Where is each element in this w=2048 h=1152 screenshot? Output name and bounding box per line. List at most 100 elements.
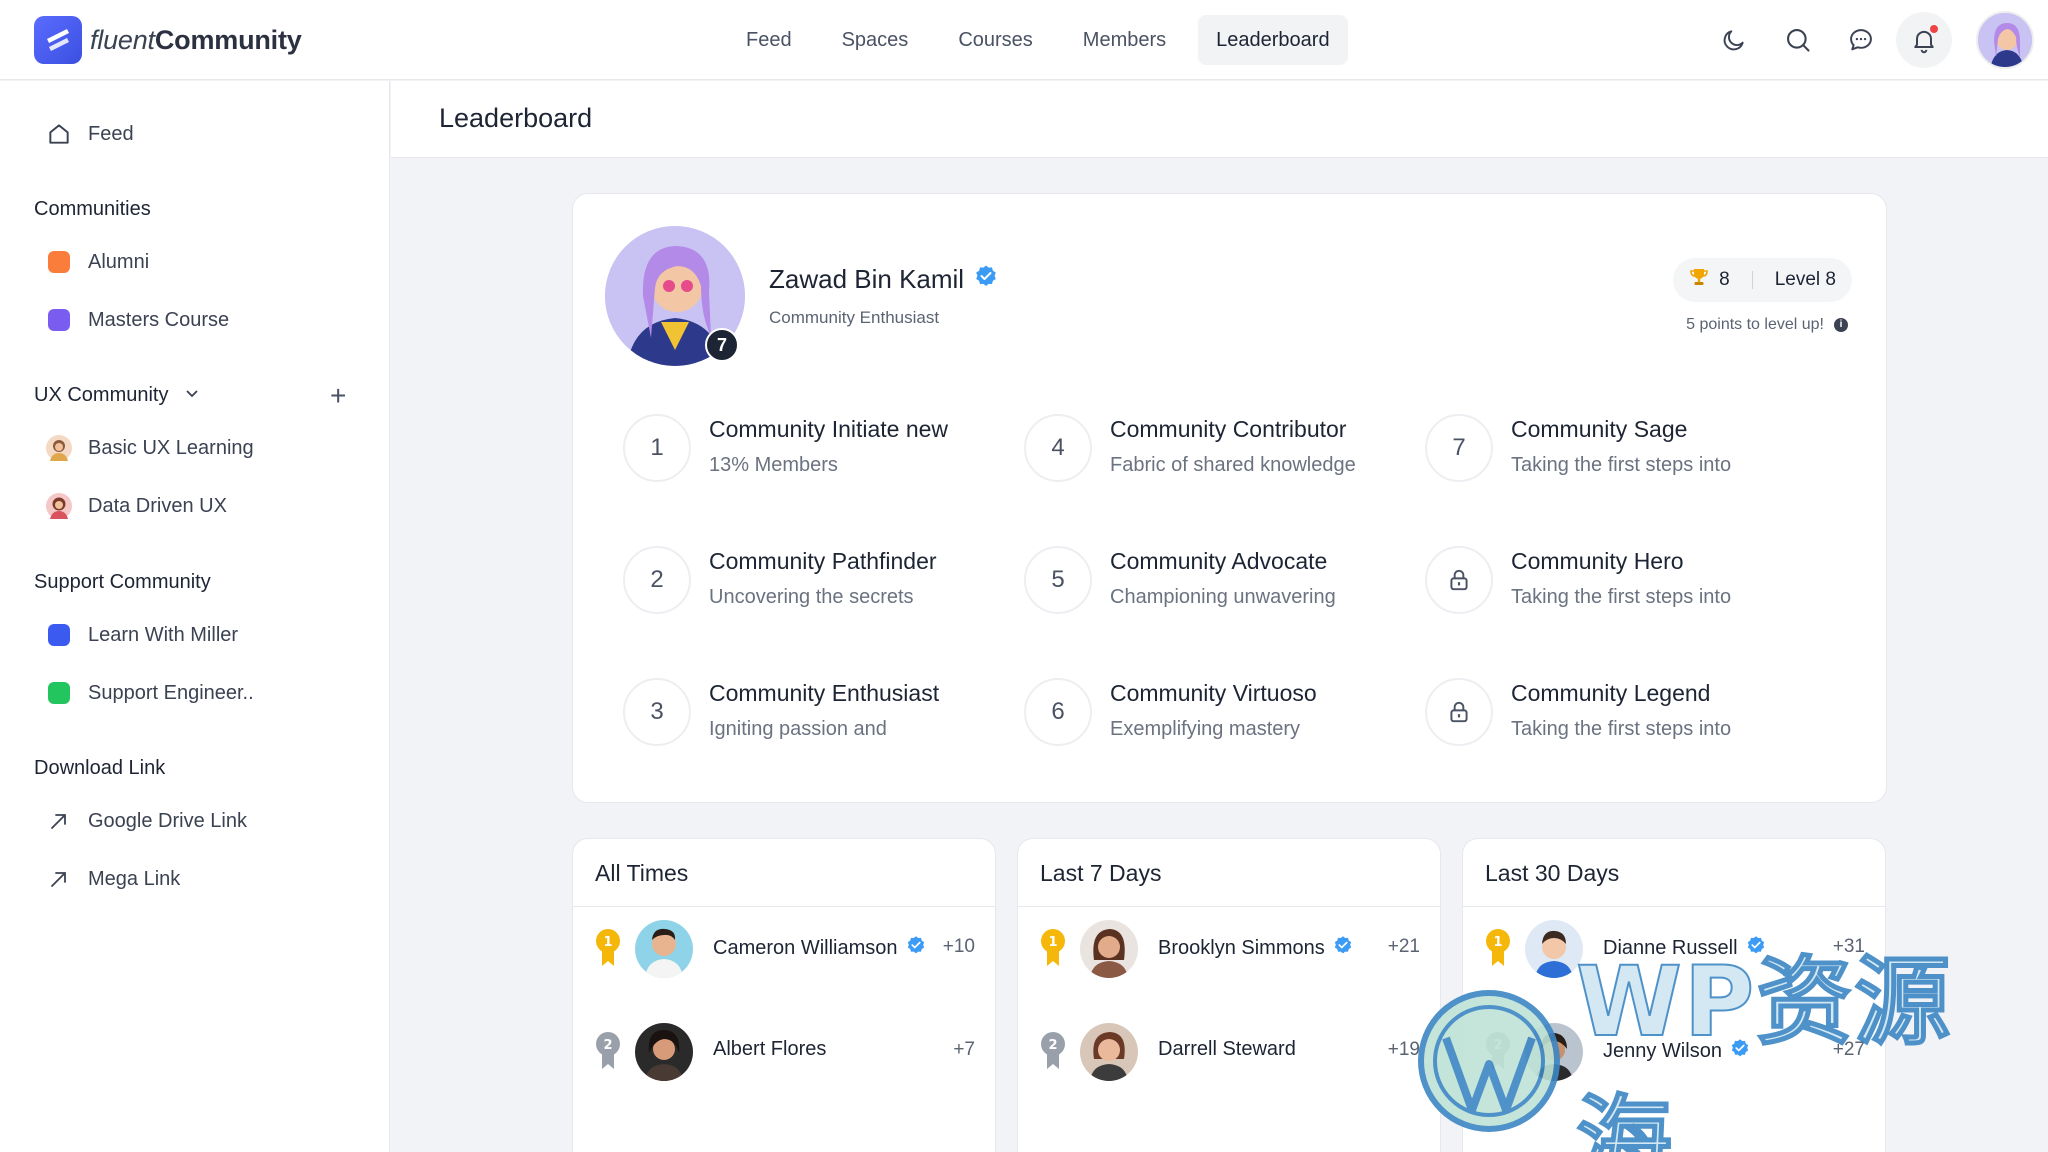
level-desc: Championing unwavering	[1110, 586, 1336, 608]
main-nav: Feed Spaces Courses Members Leaderboard	[728, 14, 1362, 66]
level-badge: 7	[705, 328, 739, 362]
sidebar-item-feed[interactable]: Feed	[34, 121, 134, 147]
member-name-text: Brooklyn Simmons	[1158, 936, 1325, 959]
level-title: Community Pathfinder	[709, 548, 937, 574]
panel-title: Last 7 Days	[1018, 839, 1440, 907]
logo-text-bold: Community	[154, 24, 302, 55]
sidebar-item-google-drive-link[interactable]: Google Drive Link	[34, 808, 247, 834]
sidebar-item-label: Masters Course	[88, 308, 230, 331]
member-points: +21	[1387, 936, 1420, 957]
gold-medal-icon: 1	[1485, 928, 1511, 973]
member-name: Brooklyn Simmons	[1158, 935, 1353, 961]
level-number: 1	[623, 414, 691, 482]
level-desc: Taking the first steps into	[1511, 454, 1732, 476]
sidebar-item-label: Google Drive Link	[88, 809, 247, 832]
member-points: +10	[942, 936, 975, 957]
lock-icon	[1425, 678, 1493, 746]
trophy-count: 8	[1719, 269, 1730, 290]
level-title: Community Advocate	[1110, 548, 1328, 574]
svg-text:1: 1	[603, 935, 612, 950]
messages-icon[interactable]	[1843, 22, 1879, 58]
dark-mode-icon[interactable]	[1716, 22, 1752, 58]
sidebar-item-label: Basic UX Learning	[88, 436, 254, 459]
level-item: 5 Community Advocate Championing unwaver…	[1024, 544, 1384, 620]
level-title: Community Enthusiast	[709, 680, 940, 706]
top-bar: fluentCommunity Feed Spaces Courses Memb…	[0, 0, 2048, 80]
sidebar-item-alumni[interactable]: Alumni	[34, 249, 149, 275]
watermark: WP资源海	[1416, 945, 2036, 1152]
member-name: Albert Flores	[713, 1038, 826, 1061]
level-item: 6 Community Virtuoso Exemplifying master…	[1024, 676, 1384, 752]
member-avatar	[1080, 920, 1138, 978]
member-points: +7	[953, 1039, 975, 1060]
svg-text:2: 2	[1048, 1038, 1057, 1053]
nav-spaces[interactable]: Spaces	[824, 15, 927, 65]
page-header: Leaderboard	[391, 81, 2048, 158]
level-item-locked: Community Hero Taking the first steps in…	[1425, 544, 1785, 620]
member-name: Darrell Steward	[1158, 1038, 1296, 1061]
level-item: 2 Community Pathfinder Uncovering the se…	[623, 544, 983, 620]
level-title: Community Virtuoso	[1110, 680, 1317, 706]
add-space-icon[interactable]: +	[330, 382, 346, 410]
level-desc: 13% Members	[709, 454, 838, 476]
sidebar-item-masters-course[interactable]: Masters Course	[34, 307, 229, 333]
info-icon[interactable]: i	[1834, 318, 1848, 332]
panel-title: All Times	[573, 839, 995, 907]
logo-text-light: fluent	[90, 24, 155, 55]
level-number: 4	[1024, 414, 1092, 482]
sidebar-item-learn-with-miller[interactable]: Learn With Miller	[34, 622, 238, 648]
leaderboard-row[interactable]: 1 Brooklyn Simmons +21	[1018, 908, 1442, 988]
sidebar: Feed Communities Alumni Masters Course U…	[0, 81, 390, 1152]
logo-mark-icon	[34, 16, 82, 64]
leaderboard-row[interactable]: 2 Albert Flores +7	[573, 1011, 997, 1091]
member-name-text: Cameron Williamson	[713, 936, 898, 959]
level-title: Community Initiate new	[709, 416, 949, 442]
nav-members[interactable]: Members	[1065, 15, 1184, 65]
member-avatar	[635, 920, 693, 978]
level-item: 7 Community Sage Taking the first steps …	[1425, 412, 1785, 488]
nav-feed[interactable]: Feed	[728, 15, 810, 65]
chevron-down-icon	[184, 384, 200, 407]
notifications-icon[interactable]	[1896, 12, 1952, 68]
sidebar-item-support-engineer[interactable]: Support Engineer..	[34, 680, 254, 706]
points-to-level-up: 5 points to level up! i	[1686, 316, 1848, 334]
space-color-icon	[46, 680, 72, 706]
trophy-icon	[1689, 267, 1709, 293]
level-title: Community Contributor	[1110, 416, 1347, 442]
external-link-icon	[46, 808, 72, 834]
user-avatar[interactable]	[1976, 11, 2034, 69]
profile-name-text: Zawad Bin Kamil	[769, 264, 965, 294]
leaderboard-row[interactable]: 2 Darrell Steward +19	[1018, 1011, 1442, 1091]
space-color-icon	[46, 307, 72, 333]
level-desc: Taking the first steps into	[1511, 718, 1732, 740]
leaderboard-all-times: All Times 1 Cameron Williamson +10 2 Alb…	[572, 838, 996, 1152]
space-avatar-icon	[46, 493, 72, 519]
verified-icon	[974, 264, 998, 295]
profile-subtitle: Community Enthusiast	[769, 308, 940, 327]
member-avatar	[1525, 920, 1583, 978]
sidebar-item-basic-ux[interactable]: Basic UX Learning	[34, 435, 254, 461]
level-title: Community Hero	[1511, 548, 1684, 574]
member-avatar	[635, 1023, 693, 1081]
nav-leaderboard[interactable]: Leaderboard	[1198, 15, 1348, 65]
gold-medal-icon: 1	[595, 928, 621, 973]
section-title: UX Community	[34, 384, 169, 406]
watermark-text: WP资源海	[1575, 945, 1953, 1152]
app-logo[interactable]: fluentCommunity	[34, 15, 302, 65]
page-title: Leaderboard	[439, 103, 593, 133]
sidebar-item-data-driven-ux[interactable]: Data Driven UX	[34, 493, 227, 519]
leaderboard-row[interactable]: 1 Cameron Williamson +10	[573, 908, 997, 988]
nav-courses[interactable]: Courses	[940, 15, 1050, 65]
profile-level-card: 7 Zawad Bin Kamil Community Enthusiast 8…	[572, 193, 1887, 803]
level-item: 4 Community Contributor Fabric of shared…	[1024, 412, 1384, 488]
level-number: 2	[623, 546, 691, 614]
level-number: 6	[1024, 678, 1092, 746]
svg-text:2: 2	[603, 1038, 612, 1053]
level-item: 1 Community Initiate new 13% Members	[623, 412, 983, 488]
member-name: Cameron Williamson	[713, 935, 926, 961]
sidebar-item-label: Alumni	[88, 250, 150, 273]
section-ux-community[interactable]: UX Community	[34, 384, 200, 407]
sidebar-item-mega-link[interactable]: Mega Link	[34, 866, 180, 892]
sidebar-item-label: Feed	[88, 122, 134, 145]
search-icon[interactable]	[1780, 22, 1816, 58]
